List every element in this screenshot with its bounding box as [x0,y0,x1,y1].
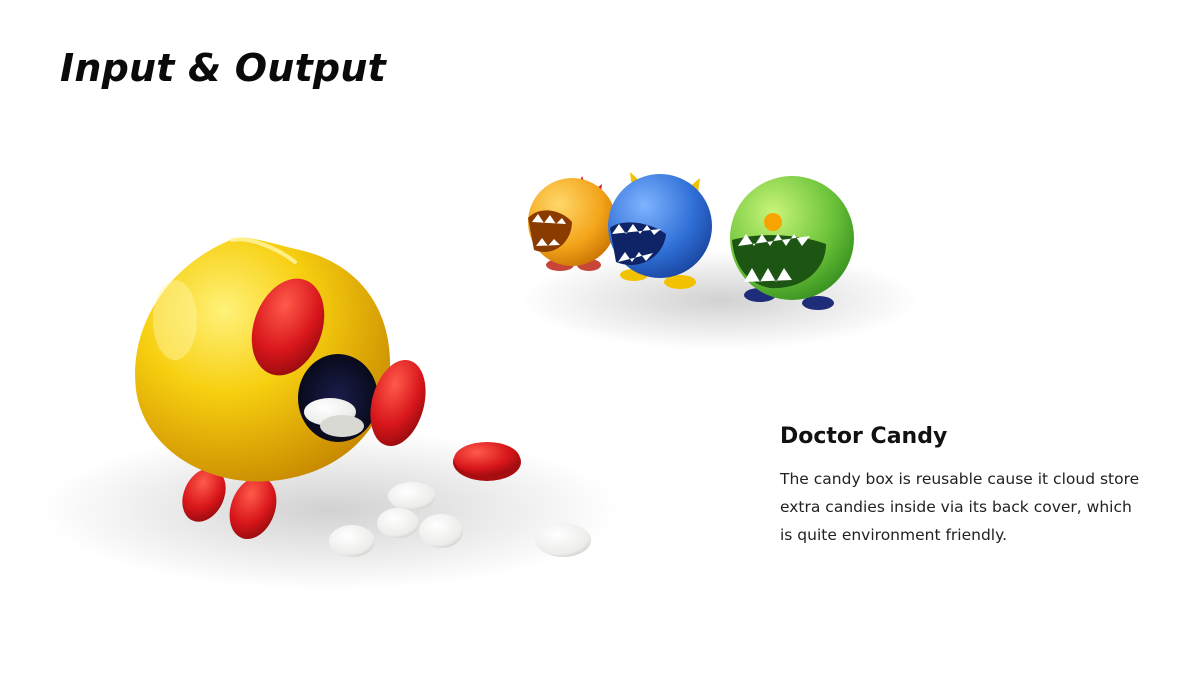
product-description: The candy box is reusable cause it cloud… [780,470,1140,544]
red-back-cover [453,442,521,481]
product-name: Doctor Candy [780,424,948,449]
orange-monster [528,176,616,271]
product-caption: Doctor Candy The candy box is reusable c… [780,424,1140,549]
product-render-image [40,172,920,590]
